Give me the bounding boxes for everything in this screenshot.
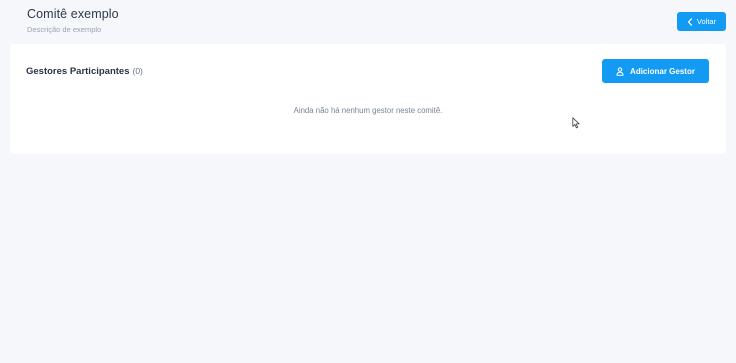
count-badge: (0) — [132, 66, 143, 76]
page-subtitle: Descrição de exemplo — [27, 25, 102, 34]
page-title: Comitê exemplo — [27, 7, 119, 21]
section-title: Gestores Participantes — [26, 66, 130, 77]
page-header: Comitê exemplo Descrição de exemplo Volt… — [0, 0, 736, 44]
back-button[interactable]: Voltar — [677, 12, 726, 31]
add-manager-button[interactable]: Adicionar Gestor — [602, 59, 709, 83]
card-header: Gestores Participantes (0) — [26, 66, 143, 77]
add-manager-label: Adicionar Gestor — [630, 66, 695, 76]
back-button-label: Voltar — [696, 17, 717, 26]
user-icon — [616, 66, 624, 76]
mouse-cursor-icon — [572, 117, 580, 129]
chevron-left-icon — [687, 17, 693, 26]
managers-card: Gestores Participantes (0) Adicionar Ges… — [10, 44, 726, 154]
empty-state-message: Ainda não há nenhum gestor neste comitê. — [293, 106, 443, 115]
